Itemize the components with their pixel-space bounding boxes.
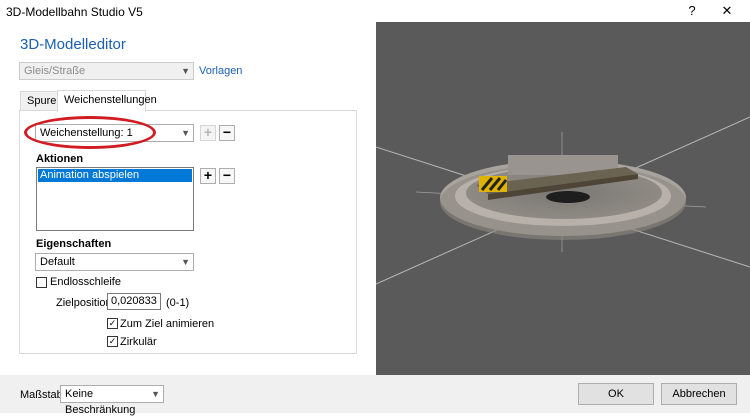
target-position-label: Zielposition:	[56, 297, 115, 309]
ok-button-label: OK	[608, 388, 624, 400]
ok-button[interactable]: OK	[578, 383, 654, 405]
list-item[interactable]: Animation abspielen	[38, 169, 192, 182]
cancel-button-label: Abbrechen	[672, 388, 726, 400]
minus-icon: −	[222, 167, 232, 183]
chevron-down-icon: ▼	[151, 389, 160, 399]
checkmark-icon: ✓	[108, 336, 117, 346]
target-position-value: 0,020833	[111, 295, 157, 307]
circular-label: Zirkulär	[120, 336, 157, 348]
tab-spuren[interactable]: Spuren	[20, 91, 62, 111]
properties-label: Eigenschaften	[36, 238, 112, 250]
plus-icon: +	[203, 167, 213, 183]
highlight-ellipse	[24, 116, 156, 149]
chevron-down-icon: ▼	[181, 257, 190, 267]
minus-icon: −	[222, 124, 232, 140]
editor-heading: 3D-Modelleditor	[20, 36, 126, 53]
circular-checkbox[interactable]: ✓	[107, 336, 118, 347]
3d-viewport[interactable]	[376, 22, 750, 375]
turntable-render	[376, 116, 750, 285]
properties-select[interactable]: Default ▼	[35, 253, 194, 271]
window-title: 3D-Modellbahn Studio V5	[6, 5, 143, 19]
scale-select[interactable]: Keine Beschränkung ▼	[60, 385, 164, 416]
tab-weichenstellungen[interactable]: Weichenstellungen	[57, 90, 157, 112]
templates-link[interactable]: Vorlagen	[199, 65, 242, 77]
target-position-input[interactable]: 0,020833	[107, 293, 161, 310]
actions-label: Aktionen	[36, 153, 84, 165]
animate-to-target-label: Zum Ziel animieren	[120, 318, 215, 330]
animate-to-target-checkbox[interactable]: ✓	[107, 318, 118, 329]
category-select-value: Gleis/Straße	[24, 65, 86, 77]
scale-label: Maßstab:	[20, 389, 66, 401]
tab-weichenstellungen-label: Weichenstellungen	[64, 94, 157, 106]
checkmark-icon: ✓	[108, 318, 117, 328]
plus-icon: +	[203, 124, 213, 140]
chevron-down-icon: ▼	[181, 128, 190, 138]
title-bar: 3D-Modellbahn Studio V5 ? ✕	[0, 0, 750, 22]
target-position-range: (0-1)	[166, 297, 190, 309]
cancel-button[interactable]: Abbrechen	[661, 383, 737, 405]
chevron-down-icon: ▼	[181, 66, 190, 76]
remove-action-button[interactable]: −	[219, 168, 235, 184]
actions-list[interactable]: Animation abspielen	[36, 167, 194, 231]
remove-setting-button[interactable]: −	[219, 125, 235, 141]
help-icon[interactable]: ?	[681, 2, 703, 20]
add-action-button[interactable]: +	[200, 168, 216, 184]
endless-loop-checkbox[interactable]	[36, 277, 47, 288]
close-icon[interactable]: ✕	[716, 2, 738, 20]
scale-select-value: Keine Beschränkung	[65, 388, 136, 416]
endless-loop-label: Endlosschleife	[50, 276, 121, 288]
add-setting-button[interactable]: +	[200, 125, 216, 141]
category-select: Gleis/Straße ▼	[19, 62, 194, 80]
properties-select-value: Default	[40, 256, 75, 268]
